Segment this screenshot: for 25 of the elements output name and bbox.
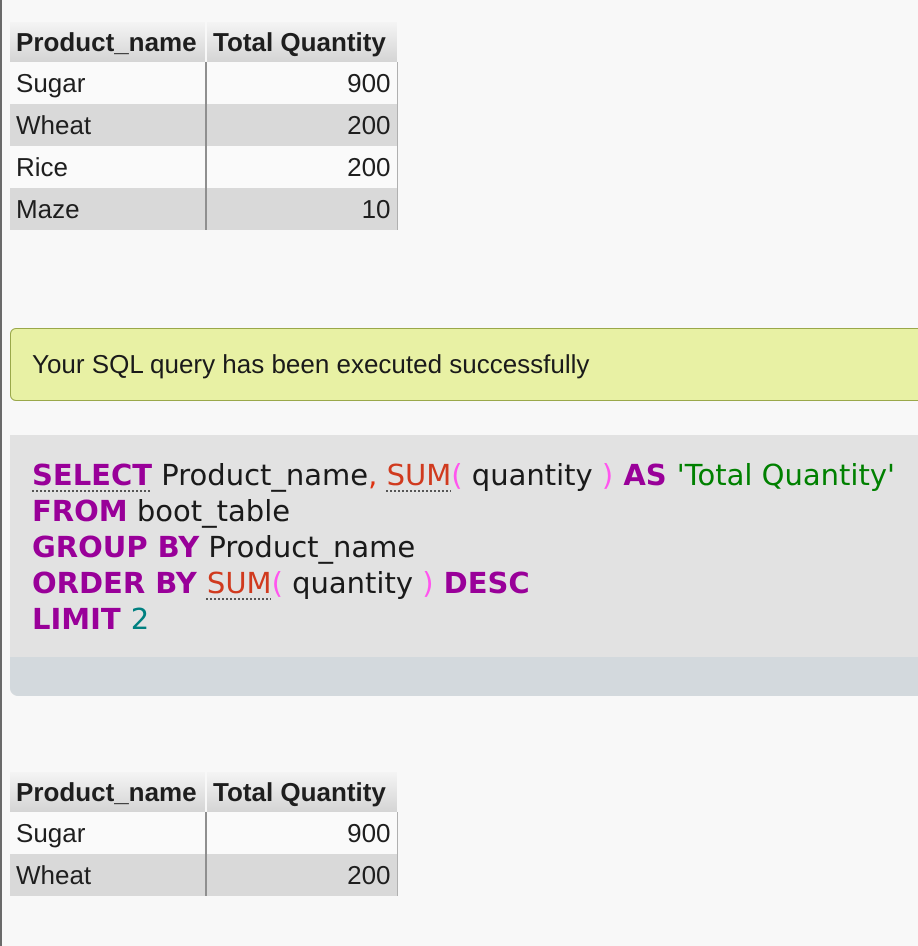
keyword-link[interactable]: SELECT	[32, 458, 152, 492]
success-message: Your SQL query has been executed successfully	[10, 328, 918, 401]
function-link[interactable]: SUM	[206, 566, 272, 600]
table-cell: 200	[206, 146, 397, 188]
code-line: LIMIT 2	[32, 601, 150, 637]
code-line: GROUP BY Product_name	[32, 529, 416, 565]
table-cell: 200	[206, 854, 397, 896]
table-cell: Sugar	[10, 62, 206, 104]
table-cell: 200	[206, 104, 397, 146]
table-cell: Rice	[10, 146, 206, 188]
column-header[interactable]: Total Quantity	[206, 772, 397, 812]
table-cell: Wheat	[10, 104, 206, 146]
code-line: ORDER BY SUM( quantity ) DESC	[32, 565, 531, 601]
column-header[interactable]: Product_name	[10, 772, 206, 812]
table-cell: 10	[206, 188, 397, 230]
code-line: FROM boot_table	[32, 493, 292, 529]
table-cell: 900	[206, 62, 397, 104]
column-header[interactable]: Product_name	[10, 22, 206, 62]
column-header[interactable]: Total Quantity	[206, 22, 397, 62]
function-link[interactable]: SUM	[386, 458, 452, 492]
code-line: SELECT Product_name, SUM( quantity ) AS 'Total Quantity'	[32, 457, 896, 493]
table-cell: Wheat	[10, 854, 206, 896]
table-cell: 900	[206, 812, 397, 854]
table-cell: Maze	[10, 188, 206, 230]
table-cell: Sugar	[10, 812, 206, 854]
